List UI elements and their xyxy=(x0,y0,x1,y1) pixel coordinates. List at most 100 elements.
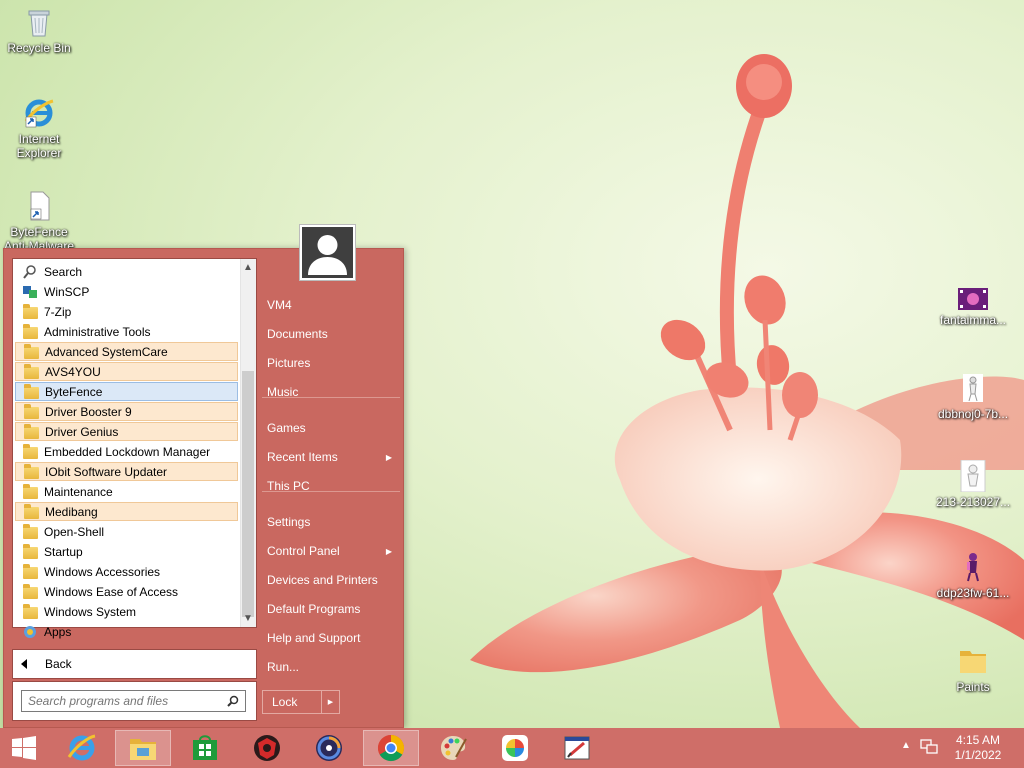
start-link-this-pc[interactable]: This PC xyxy=(260,472,400,500)
image-file-icon xyxy=(957,372,989,404)
program-item[interactable]: Windows Ease of Access xyxy=(15,582,238,601)
desktop-icon-image-3[interactable]: ddp23fw-61... xyxy=(934,551,1012,600)
program-item[interactable]: Open-Shell xyxy=(15,522,238,541)
program-item[interactable]: AVS4YOU xyxy=(15,362,238,381)
start-link-control-panel[interactable]: Control Panel ▶ xyxy=(260,537,400,565)
start-link-documents[interactable]: Documents xyxy=(260,320,400,348)
program-item[interactable]: Windows System xyxy=(15,602,238,621)
start-link-label: Help and Support xyxy=(267,631,361,645)
image-file-icon xyxy=(957,551,989,583)
start-link-label: Documents xyxy=(267,327,328,341)
program-item[interactable]: Administrative Tools xyxy=(15,322,238,341)
recycle-bin-icon xyxy=(23,6,55,38)
desktop-icon-image-1[interactable]: dbbnoj0-7b... xyxy=(934,372,1012,421)
program-label: Administrative Tools xyxy=(44,324,151,339)
program-label: Apps xyxy=(44,624,72,639)
desktop-icon-bytefence[interactable]: ByteFence Anti-Malware xyxy=(0,190,78,253)
taskbar-paint-tool[interactable] xyxy=(549,730,605,766)
taskbar-chrome[interactable] xyxy=(363,730,419,766)
chevron-right-icon[interactable]: ▶ xyxy=(321,691,339,713)
taskbar-advanced-systemcare[interactable] xyxy=(301,730,357,766)
search-icon[interactable] xyxy=(227,695,239,707)
windows-logo-icon xyxy=(12,736,36,760)
start-link-help-and-support[interactable]: Help and Support xyxy=(260,624,400,652)
back-arrow-icon xyxy=(21,659,27,669)
start-right-pane: Lock ▶ VM4 Documents Pictures Music Games Rec… xyxy=(260,249,405,729)
start-link-run[interactable]: Run... xyxy=(260,653,400,681)
taskbar-clock[interactable]: 4:15 AM 1/1/2022 xyxy=(948,733,1008,763)
start-link-label: Pictures xyxy=(267,356,311,370)
start-link-pictures[interactable]: Pictures xyxy=(260,349,400,377)
folder-icon xyxy=(957,645,989,677)
iobit-icon xyxy=(254,735,280,761)
start-link-vm4[interactable]: VM4 xyxy=(260,291,400,319)
folder-icon xyxy=(22,543,38,559)
desktop-icon-label: dbbnoj0-7b... xyxy=(937,407,1009,421)
desktop-icon-label: Paints xyxy=(956,680,990,694)
start-link-label: Recent Items xyxy=(267,450,338,464)
submenu-arrow-icon: ▶ xyxy=(385,546,392,556)
start-link-settings[interactable]: Settings xyxy=(260,508,400,536)
start-link-devices-and-printers[interactable]: Devices and Printers xyxy=(260,566,400,594)
program-item[interactable]: Search xyxy=(15,262,238,281)
back-label: Back xyxy=(45,657,72,671)
program-item[interactable]: Startup xyxy=(15,542,238,561)
submenu-arrow-icon: ▶ xyxy=(385,452,392,462)
folder-icon xyxy=(22,583,38,599)
desktop-icon-image-2[interactable]: 213-213027... xyxy=(934,459,1012,509)
scroll-up-arrow[interactable]: ▲ xyxy=(240,260,256,276)
show-hidden-icons-chevron[interactable]: ▲ xyxy=(901,740,911,751)
network-icon[interactable] xyxy=(920,739,938,755)
desktop-icon-label: Internet Explorer xyxy=(16,132,62,160)
internet-explorer-icon xyxy=(23,97,55,129)
start-link-music[interactable]: Music xyxy=(260,378,400,406)
program-item[interactable]: ByteFence xyxy=(15,382,238,401)
program-item[interactable]: Apps xyxy=(15,622,238,641)
program-label: Driver Genius xyxy=(45,424,119,439)
program-item[interactable]: WinSCP xyxy=(15,282,238,301)
search-input[interactable] xyxy=(21,690,246,712)
program-item[interactable]: Maintenance xyxy=(15,482,238,501)
taskbar-internet-explorer[interactable] xyxy=(54,730,110,766)
desktop-icon-internet-explorer[interactable]: Internet Explorer xyxy=(0,97,78,160)
desktop-icon-video[interactable]: fantaimma... xyxy=(934,288,1012,327)
folder-icon xyxy=(22,303,38,319)
programs-scrollbar[interactable]: ▲ ▼ xyxy=(240,259,256,627)
desktop-icon-paints[interactable]: Paints xyxy=(934,645,1012,694)
folder-icon xyxy=(22,443,38,459)
back-button[interactable]: Back xyxy=(12,649,257,679)
folder-icon xyxy=(23,343,39,359)
program-item[interactable]: 7-Zip xyxy=(15,302,238,321)
start-link-label: Games xyxy=(267,421,306,435)
scroll-down-arrow[interactable]: ▼ xyxy=(240,611,256,627)
taskbar-file-explorer[interactable] xyxy=(115,730,171,766)
folder-icon xyxy=(22,603,38,619)
folder-icon xyxy=(23,463,39,479)
program-item[interactable]: IObit Software Updater xyxy=(15,462,238,481)
folder-icon xyxy=(22,323,38,339)
program-label: Maintenance xyxy=(44,484,113,499)
folder-icon xyxy=(22,483,38,499)
scroll-thumb[interactable] xyxy=(242,371,254,617)
taskbar-paint-palette[interactable] xyxy=(425,730,481,766)
taskbar-iobit-malware-fighter[interactable] xyxy=(239,730,295,766)
paint-tool-icon xyxy=(564,736,590,760)
start-button[interactable] xyxy=(0,730,48,766)
program-item[interactable]: Driver Genius xyxy=(15,422,238,441)
taskbar-store[interactable] xyxy=(177,730,233,766)
program-item[interactable]: Driver Booster 9 xyxy=(15,402,238,421)
program-item[interactable]: Embedded Lockdown Manager xyxy=(15,442,238,461)
user-avatar[interactable] xyxy=(300,225,355,280)
program-label: Windows Accessories xyxy=(44,564,161,579)
program-item[interactable]: Advanced SystemCare xyxy=(15,342,238,361)
desktop-icon-recycle-bin[interactable]: Recycle Bin xyxy=(0,6,78,55)
program-item[interactable]: Windows Accessories xyxy=(15,562,238,581)
start-link-games[interactable]: Games xyxy=(260,414,400,442)
menu-separator xyxy=(262,491,400,492)
program-item[interactable]: Medibang xyxy=(15,502,238,521)
start-link-recent-items[interactable]: Recent Items ▶ xyxy=(260,443,400,471)
program-label: Windows System xyxy=(44,604,137,619)
lock-button[interactable]: Lock ▶ xyxy=(262,690,340,714)
start-link-default-programs[interactable]: Default Programs xyxy=(260,595,400,623)
taskbar-medibang[interactable] xyxy=(487,730,543,766)
